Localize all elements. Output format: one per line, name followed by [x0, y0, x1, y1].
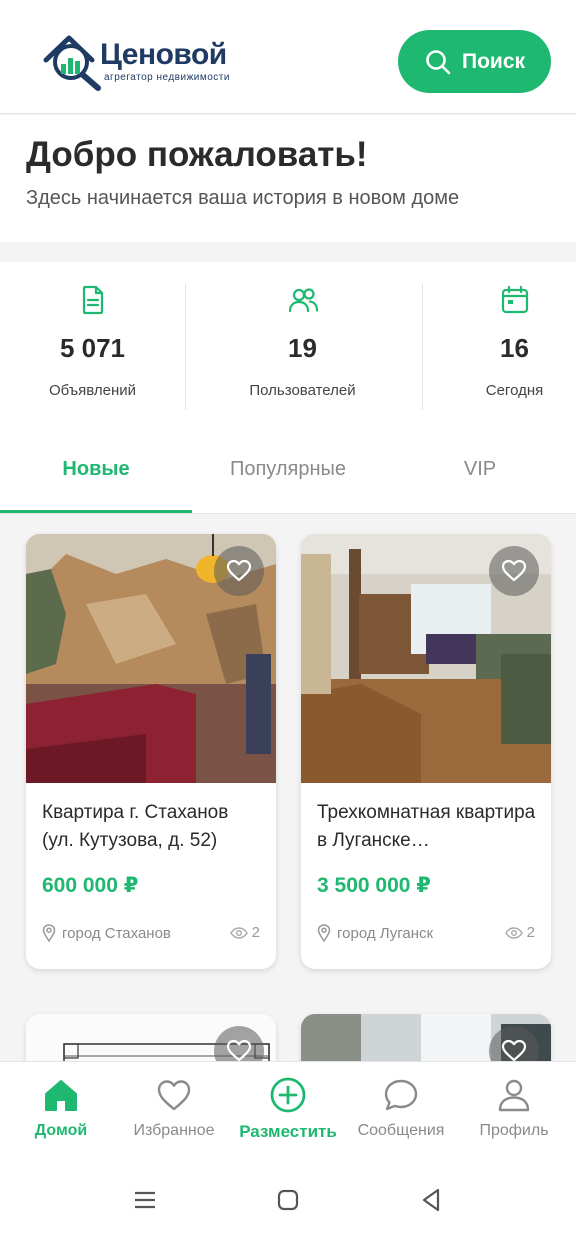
listing-price: 600 000 ₽: [42, 874, 139, 897]
nav-item-label: Сообщения: [357, 1122, 445, 1139]
eye-icon: [504, 926, 523, 939]
nav-item-label: Избранное: [133, 1122, 215, 1139]
listing-views: 2: [504, 924, 535, 941]
stat-listings: 5 071 Объявлений: [0, 284, 185, 414]
nav-item-profile[interactable]: Профиль: [457, 1076, 571, 1140]
listing-location: город Стаханов: [42, 924, 171, 942]
listing-card[interactable]: Трехкомнатная квартира в Луганске… 3 500…: [301, 534, 551, 969]
listing-price: 3 500 000 ₽: [317, 874, 431, 897]
tab-popular[interactable]: Популярные: [192, 458, 384, 481]
listing-title: Трехкомнатная квартира в Луганске…: [317, 802, 536, 851]
nav-item-messages[interactable]: Сообщения: [344, 1076, 458, 1140]
stat-label: Сегодня: [485, 382, 544, 399]
tab-new[interactable]: Новые: [0, 458, 192, 481]
logo-subtitle: агрегатор недвижимости: [104, 72, 230, 83]
favorite-button[interactable]: [214, 546, 264, 596]
welcome-title: Добро пожаловать!: [26, 135, 368, 174]
app-logo[interactable]: Ценовой агрегатор недвижимости: [42, 30, 242, 92]
logo-name: Ценовой: [100, 38, 227, 71]
users-icon: [288, 288, 318, 313]
listing-views-count: 2: [251, 924, 260, 941]
calendar-icon: [501, 285, 528, 314]
nav-item-home[interactable]: Домой: [4, 1076, 118, 1140]
stat-divider: [185, 284, 186, 410]
home-button-icon[interactable]: [273, 1185, 303, 1215]
stat-label: Объявлений: [48, 382, 137, 399]
listing-card[interactable]: Квартира г. Стаханов (ул. Кутузова, д. 5…: [26, 534, 276, 969]
favorite-button[interactable]: [489, 546, 539, 596]
listing-location-text: город Луганск: [337, 924, 434, 942]
nav-item-label: Разместить: [239, 1122, 337, 1141]
stat-label: Пользователей: [249, 382, 356, 399]
location-pin-icon: [42, 924, 56, 942]
stat-today: 16 Сегодня: [422, 284, 576, 414]
active-tab-indicator: [0, 510, 192, 513]
bottom-navigation: Домой Избранное Разместить Сообщения Про…: [0, 1061, 576, 1165]
recent-apps-icon[interactable]: [130, 1185, 160, 1215]
heart-icon: [226, 559, 252, 582]
heart-icon: [501, 559, 527, 582]
stat-value: 19: [288, 333, 317, 363]
search-button[interactable]: Поиск: [398, 30, 551, 93]
nav-item-post-ad[interactable]: Разместить: [231, 1076, 345, 1142]
stats-panel: 5 071 Объявлений 19 Пользователей 16 Сег…: [0, 262, 576, 432]
eye-icon: [229, 926, 248, 939]
nav-item-label: Профиль: [479, 1122, 549, 1139]
system-navigation-bar: [0, 1165, 576, 1237]
listing-location-text: город Стаханов: [62, 924, 171, 942]
listing-views-count: 2: [526, 924, 535, 941]
welcome-section: Добро пожаловать! Здесь начинается ваша …: [0, 115, 576, 242]
welcome-subtitle: Здесь начинается ваша история в новом до…: [26, 187, 460, 209]
location-pin-icon: [317, 924, 331, 942]
stat-value: 16: [500, 333, 529, 363]
app-screen: Ценовой агрегатор недвижимости Поиск Доб…: [0, 0, 576, 1237]
stat-value: 5 071: [59, 333, 126, 363]
tab-vip[interactable]: VIP: [384, 458, 576, 481]
listing-tabs: Новые Популярные VIP: [0, 432, 576, 514]
listing-title: Квартира г. Стаханов (ул. Кутузова, д. 5…: [42, 802, 229, 851]
home-icon: [45, 1080, 77, 1111]
user-icon: [498, 1079, 530, 1112]
heart-icon: [157, 1080, 191, 1111]
search-button-label: Поиск: [461, 49, 526, 73]
listing-location: город Луганск: [317, 924, 433, 942]
document-icon: [82, 285, 103, 315]
nav-item-favorites[interactable]: Избранное: [117, 1076, 231, 1140]
house-search-logo-icon: [43, 35, 101, 91]
listing-views: 2: [229, 924, 260, 941]
search-icon: [426, 49, 451, 74]
nav-item-label: Домой: [34, 1122, 88, 1139]
stat-users: 19 Пользователей: [210, 284, 395, 414]
app-header: Ценовой агрегатор недвижимости Поиск: [0, 0, 576, 114]
back-icon[interactable]: [416, 1185, 446, 1215]
plus-circle-icon: [270, 1077, 306, 1113]
chat-icon: [384, 1079, 418, 1111]
